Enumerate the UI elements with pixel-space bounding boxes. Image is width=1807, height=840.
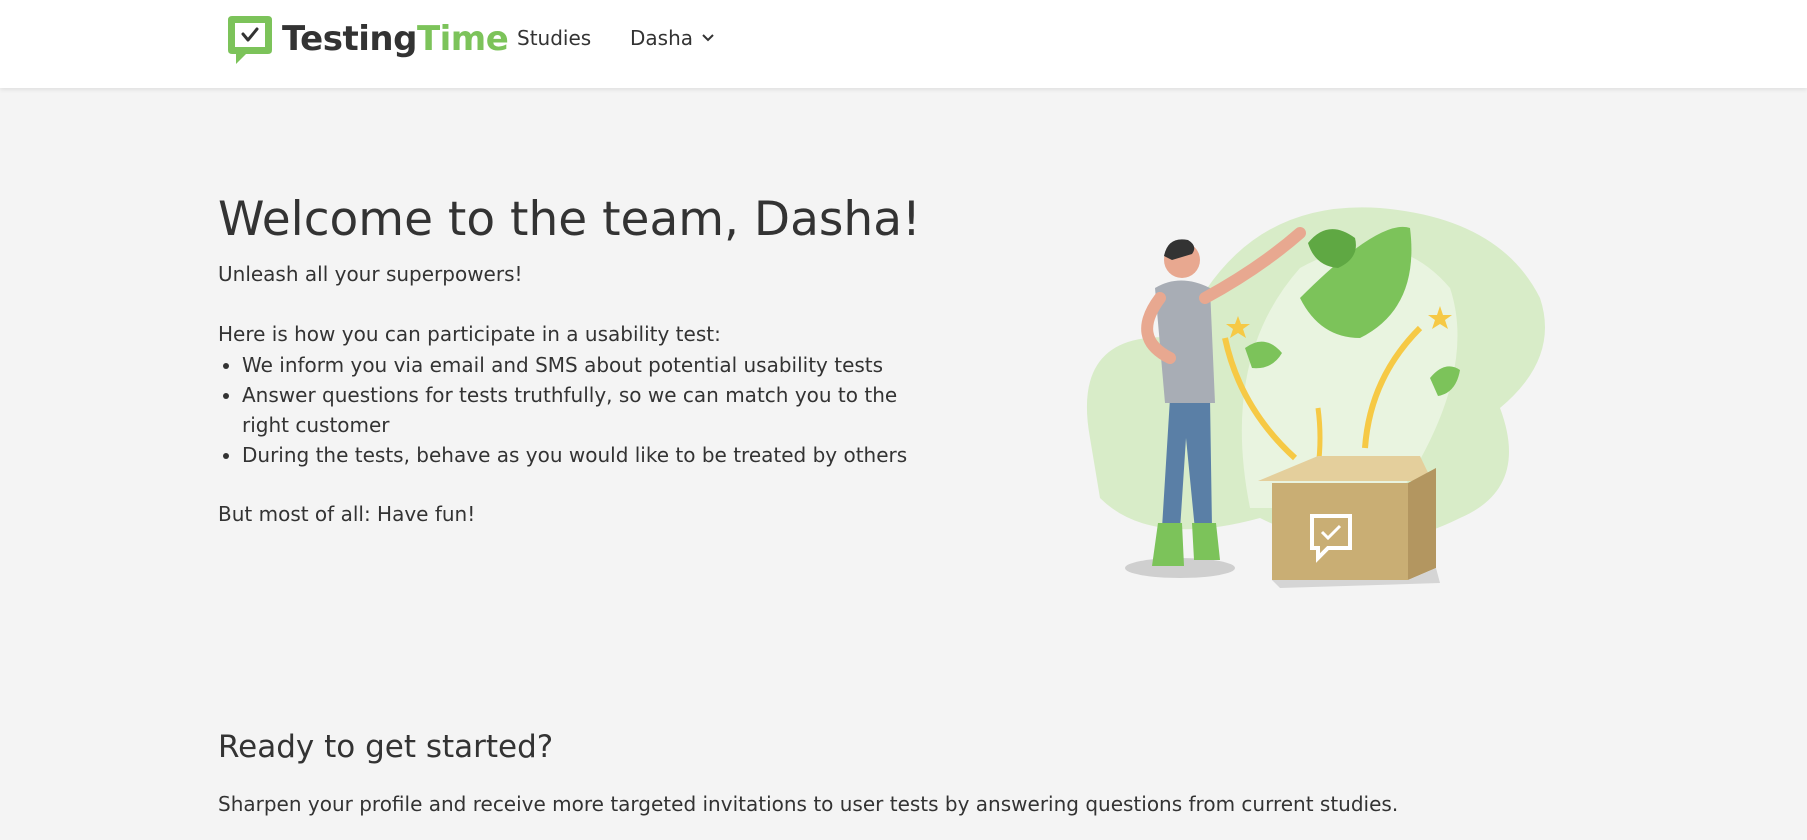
nav-studies-link[interactable]: Studies: [517, 26, 591, 50]
welcome-title: Welcome to the team, Dasha!: [218, 192, 921, 247]
user-menu[interactable]: Dasha: [630, 26, 715, 50]
step-item: During the tests, behave as you would li…: [242, 440, 922, 470]
logo-text-testing: Testing: [282, 19, 417, 59]
participation-intro: Here is how you can participate in a usa…: [218, 322, 721, 346]
step-item: We inform you via email and SMS about po…: [242, 350, 922, 380]
box-side: [1408, 468, 1436, 580]
superhero-illustration: [1086, 207, 1545, 588]
box-front: [1272, 483, 1408, 580]
logo-text-time: Time: [416, 19, 509, 59]
logo-wordmark: TestingTime: [282, 19, 509, 59]
participation-steps: We inform you via email and SMS about po…: [218, 350, 922, 470]
chevron-down-icon: [702, 34, 714, 42]
testingtime-logo[interactable]: TestingTime: [226, 12, 509, 66]
get-started-text: Sharpen your profile and receive more ta…: [218, 792, 1399, 816]
closing-text: But most of all: Have fun!: [218, 502, 476, 526]
user-menu-label: Dasha: [630, 26, 694, 50]
speech-bubble-check-icon: [228, 16, 272, 64]
step-item: Answer questions for tests truthfully, s…: [242, 380, 922, 440]
welcome-subtitle: Unleash all your superpowers!: [218, 262, 523, 286]
get-started-title: Ready to get started?: [218, 729, 554, 765]
top-navigation-bar: TestingTime Studies Dasha: [0, 0, 1807, 88]
